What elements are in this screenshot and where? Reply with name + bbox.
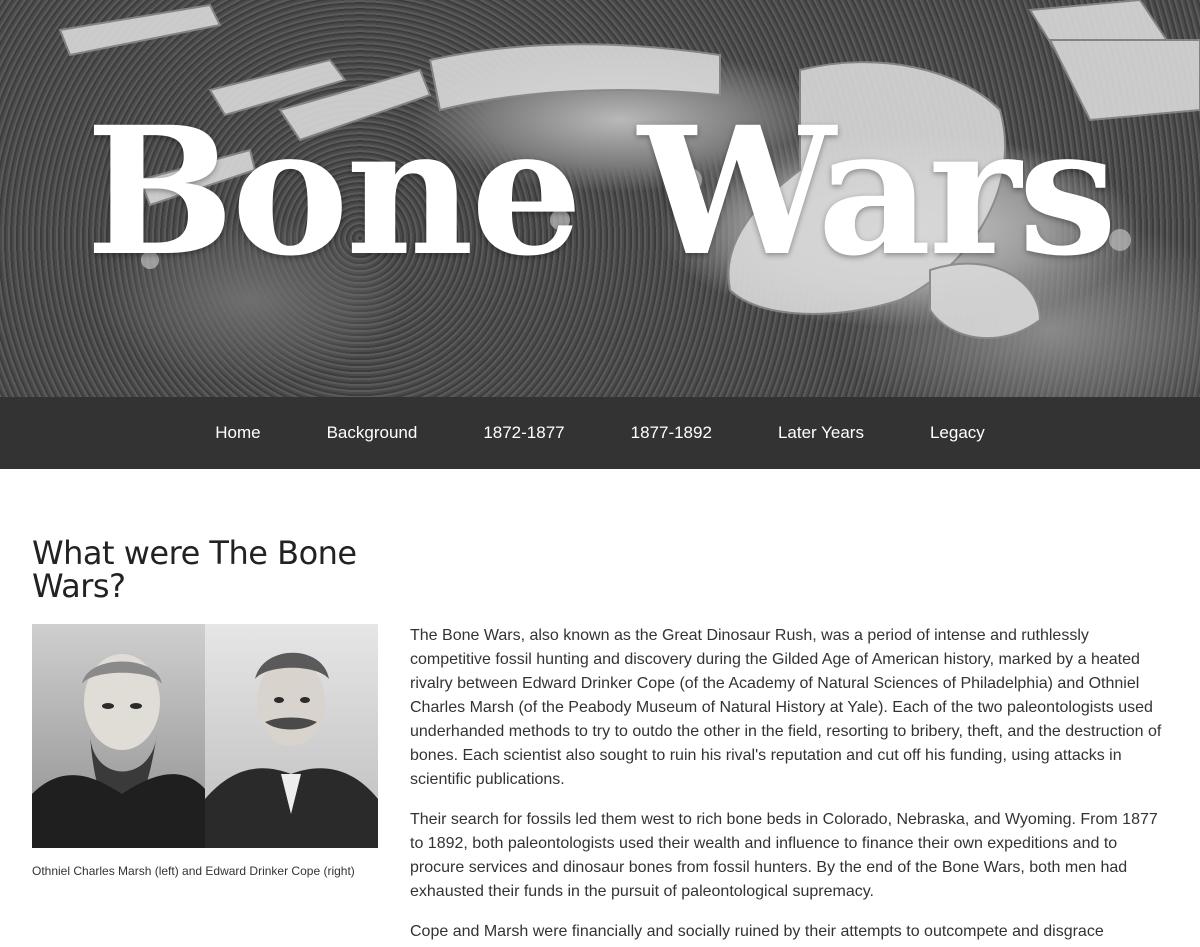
portrait-figure: Othniel Charles Marsh (left) and Edward …: [32, 624, 378, 879]
figure-caption: Othniel Charles Marsh (left) and Edward …: [32, 864, 355, 878]
nav-item-background[interactable]: Background: [294, 397, 451, 469]
hero-banner: Bone Wars: [0, 0, 1200, 397]
cope-portrait: [205, 624, 378, 848]
paragraph: The Bone Wars, also known as the Great D…: [410, 627, 1162, 788]
nav-item-later-years[interactable]: Later Years: [745, 397, 897, 469]
marsh-portrait: [32, 624, 205, 848]
nav-item-home[interactable]: Home: [182, 397, 293, 469]
nav-item-1877-1892[interactable]: 1877-1892: [598, 397, 745, 469]
main-navigation: Home Background 1872-1877 1877-1892 Late…: [0, 397, 1200, 469]
page-title: What were The Bone Wars?: [32, 534, 357, 605]
paragraph: Their search for fossils led them west t…: [410, 811, 1158, 900]
nav-item-legacy[interactable]: Legacy: [897, 397, 1018, 469]
article-body: The Bone Wars, also known as the Great D…: [410, 624, 1170, 947]
nav-item-1872-1877[interactable]: 1872-1877: [450, 397, 597, 469]
site-title: Bone Wars: [85, 88, 1118, 295]
paragraph: Cope and Marsh were financially and soci…: [410, 923, 1104, 940]
portraits-image: [32, 624, 378, 848]
